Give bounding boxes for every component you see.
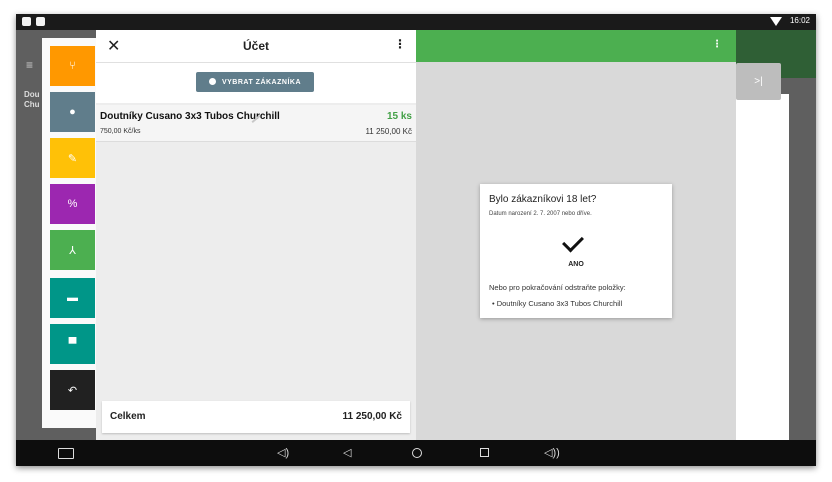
tool-button[interactable]: ⅄ [50, 230, 95, 270]
undo-icon: ↶ [67, 384, 78, 397]
tool-button[interactable]: ▬ [50, 278, 95, 318]
cart-item[interactable]: Doutníky Cusano 3x3 Tubos Churchill 15 k… [96, 105, 416, 142]
background-text-line: Dou [24, 90, 40, 99]
total-label: Celkem [110, 411, 146, 422]
age-verification-dialog: Bylo zákazníkovi 18 let? Datum narození … [480, 184, 672, 318]
notification-icon [22, 17, 31, 26]
skip-button[interactable]: >| [736, 63, 781, 100]
hamburger-icon: ≡ [26, 58, 34, 72]
dialog-item: • Doutníky Cusano 3x3 Tubos Churchill [492, 299, 623, 308]
cart-panel: ✕ Účet ⋮ VYBRAT ZÁKAZNÍKA Doutníky Cusan… [96, 30, 416, 440]
total-value: 11 250,00 Kč [342, 411, 403, 422]
dialog-subtitle: Datum narození 2. 7. 2007 nebo dříve. [489, 211, 592, 217]
tool-button[interactable]: % [50, 184, 95, 224]
percent-icon: % [67, 198, 78, 210]
right-toolbar: ⋮ [416, 30, 736, 62]
select-customer-label: VYBRAT ZÁKAZNÍKA [221, 78, 302, 86]
dialog-title: Bylo zákazníkovi 18 let? [489, 194, 597, 205]
cart-title: Účet [242, 39, 269, 53]
nav-bar: ◁) ◁ ◁)) [16, 440, 816, 466]
pencil-icon: ✎ [67, 152, 78, 165]
tool-button[interactable]: ✎ [50, 138, 95, 178]
item-total: 11 250,00 Kč [365, 127, 412, 136]
tool-button[interactable]: ▀ [50, 324, 95, 364]
tool-button[interactable]: ● [50, 92, 95, 132]
more-menu-icon[interactable]: ⋮ [394, 37, 406, 51]
dialog-note: Nebo pro pokračování odstraňte položky: [489, 283, 626, 292]
more-menu-icon[interactable]: ⋮ [712, 39, 722, 50]
home-icon[interactable] [412, 448, 422, 458]
back-icon[interactable]: ◁ [343, 446, 351, 459]
store-icon: ▬ [67, 292, 78, 304]
status-bar: 16:02 [16, 14, 816, 30]
screenshot-icon[interactable] [58, 448, 74, 459]
background-text: Dou Chu [24, 90, 40, 110]
volume-down-icon[interactable]: ◁) [277, 446, 289, 459]
yes-button[interactable]: ANO [480, 261, 672, 268]
fork-icon: ⑂ [69, 60, 76, 72]
person-icon [208, 77, 216, 85]
item-quantity: 15 ks [386, 111, 412, 122]
status-clock: 16:02 [789, 16, 810, 25]
app-icon [36, 17, 45, 26]
volume-up-icon[interactable]: ◁)) [544, 446, 560, 459]
merge-icon: ⅄ [69, 244, 76, 257]
check-icon[interactable] [562, 230, 584, 253]
total-bar[interactable]: Celkem 11 250,00 Kč [102, 401, 410, 433]
cart-header: ✕ Účet ⋮ [96, 30, 416, 63]
background-right-panel [736, 94, 789, 440]
item-unit-price: 750,00 Kč/ks [100, 128, 141, 135]
wifi-icon [770, 17, 782, 26]
tool-button[interactable]: ↶ [50, 370, 95, 410]
recent-apps-icon[interactable] [480, 448, 489, 457]
background-text-line: Chu [24, 100, 40, 109]
device-screen: 16:02 ≡ Dou Chu >| ⑂ ● ✎% ⅄ ▬ ▀ ↶ ✕ Účet ⋮ VYB… [16, 14, 816, 466]
customer-bar: VYBRAT ZÁKAZNÍKA [96, 63, 416, 103]
tool-button[interactable]: ⑂ [50, 46, 95, 86]
person-icon: ● [69, 106, 76, 118]
car-icon: ▀ [68, 338, 77, 350]
select-customer-button[interactable]: VYBRAT ZÁKAZNÍKA [196, 72, 314, 92]
